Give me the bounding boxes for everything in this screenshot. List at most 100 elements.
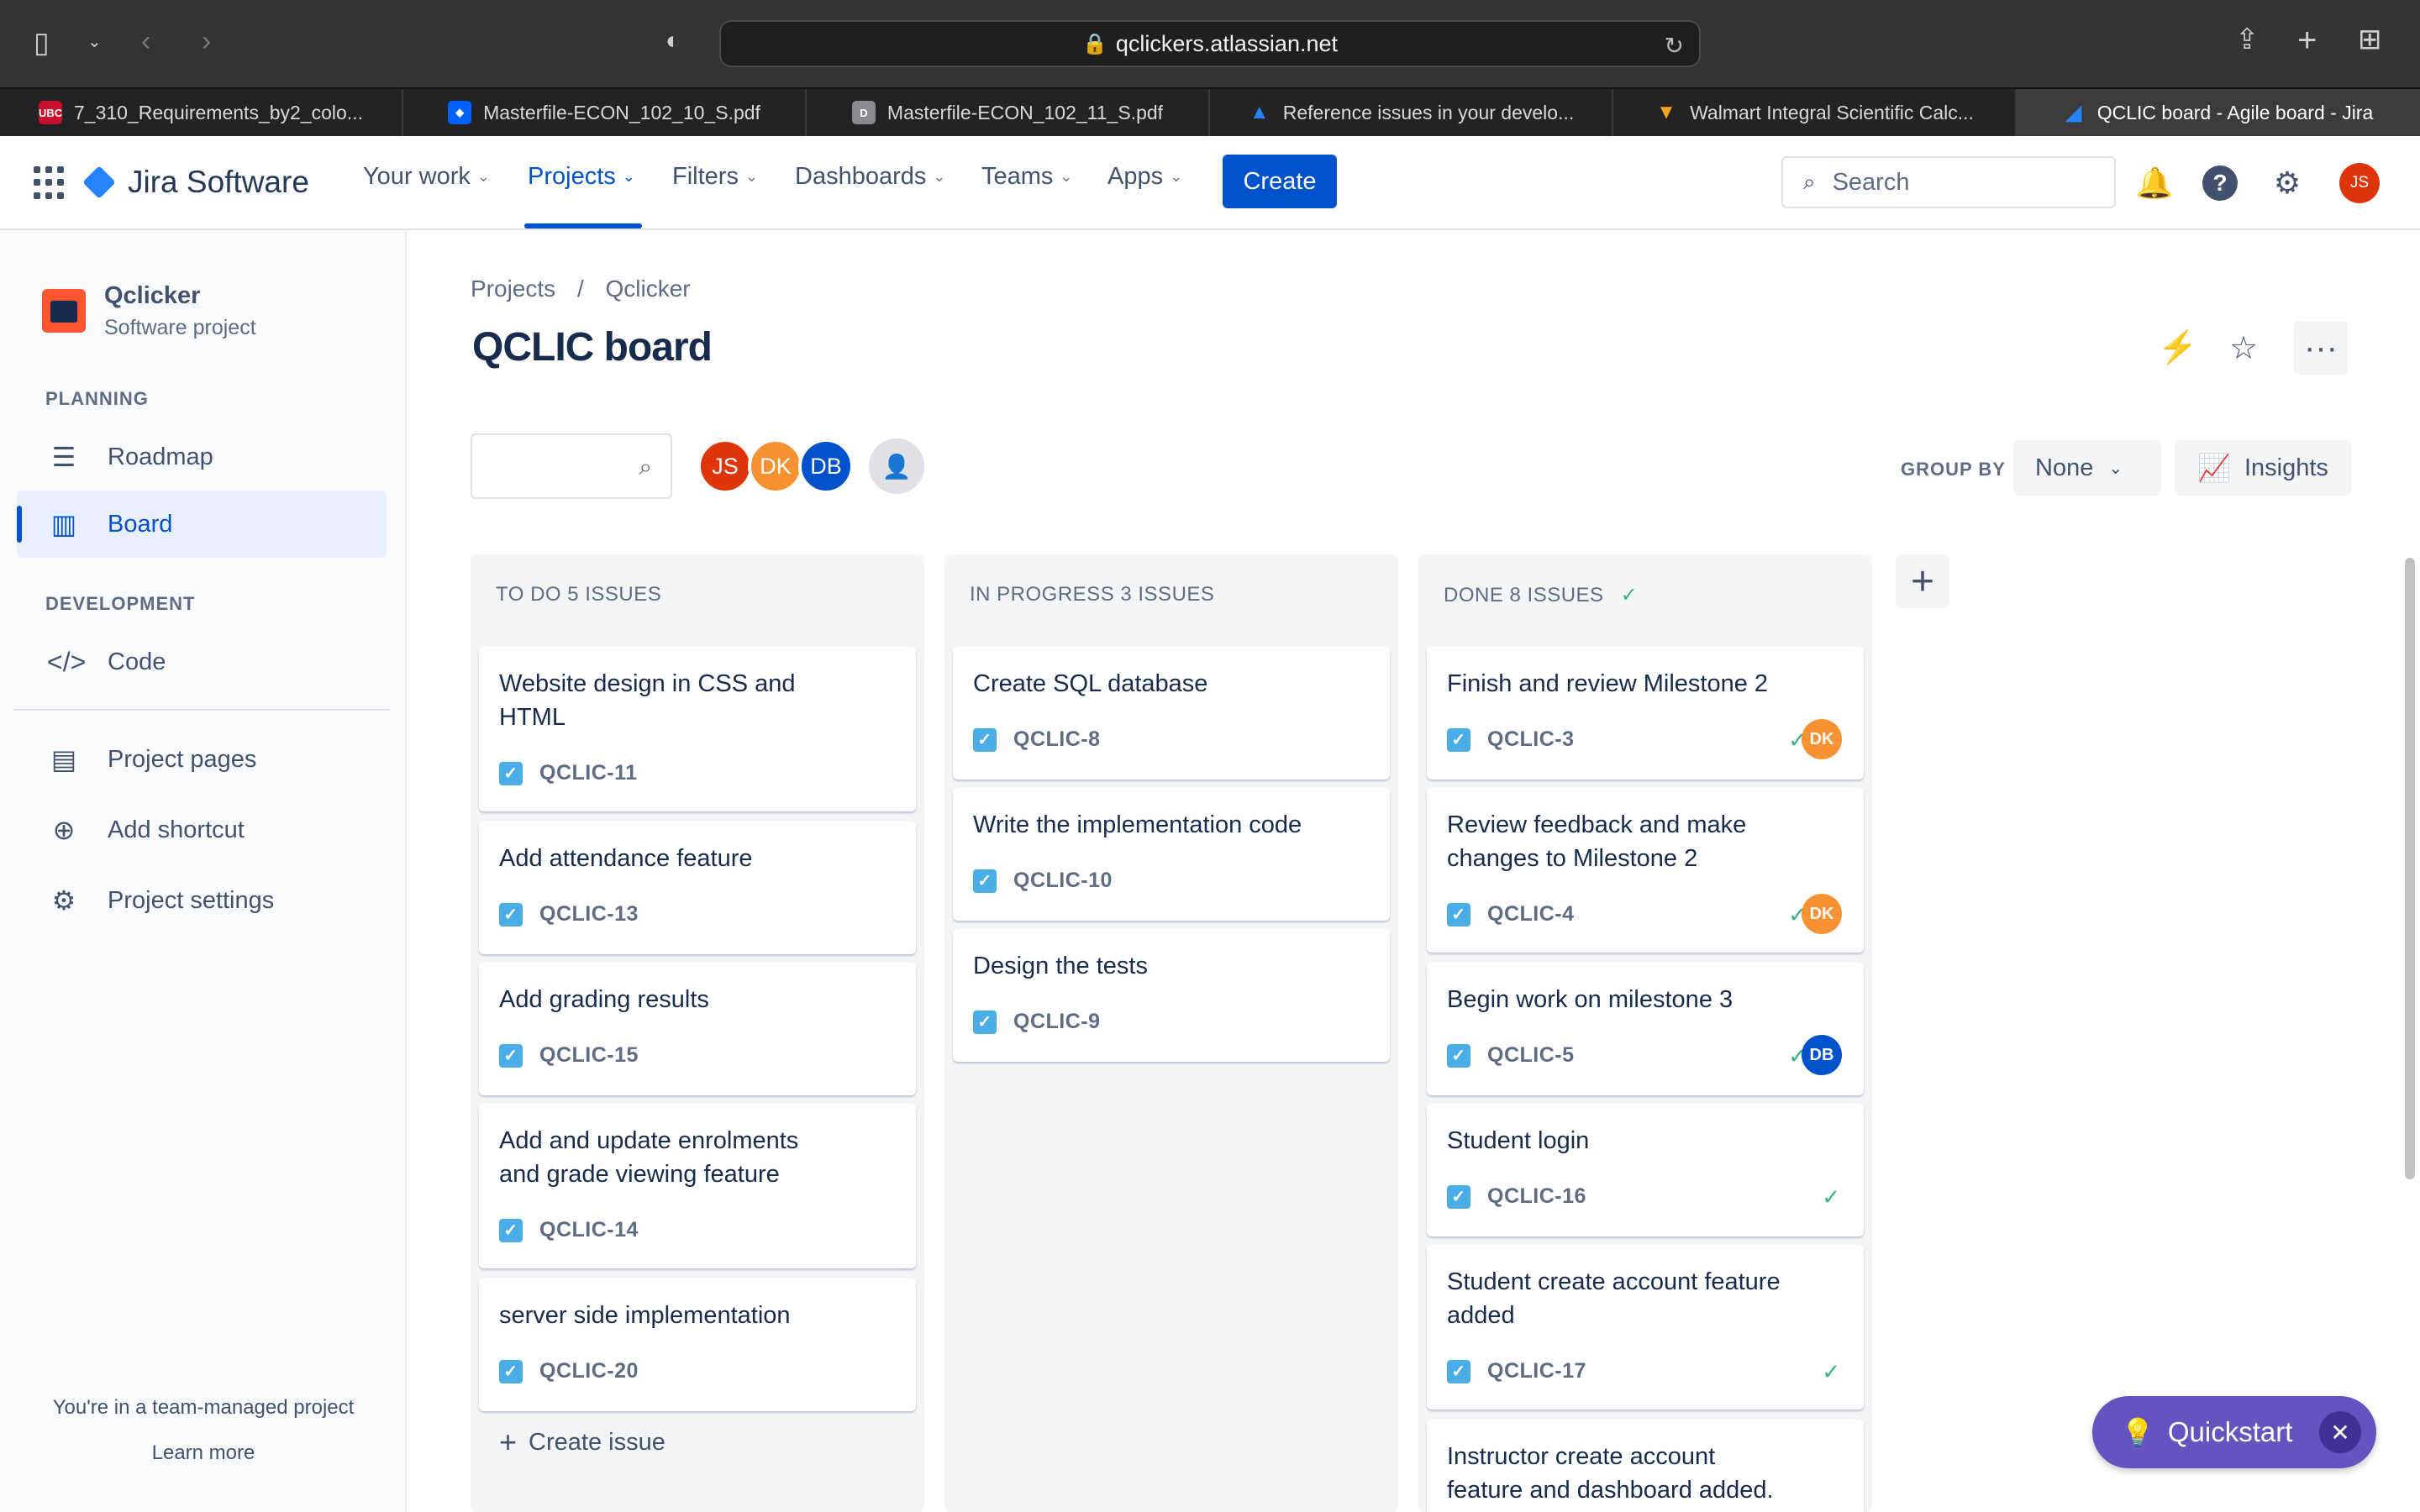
project-name[interactable]: Qclicker <box>104 282 200 310</box>
column-done: DONE 8 ISSUES ✓ Finish and review Milesto… <box>1418 554 1872 1512</box>
assignee-avatar[interactable]: DK <box>1802 719 1842 759</box>
issue-card[interactable]: Student create account feature added ✓ QC… <box>1427 1245 1864 1410</box>
quickstart-label: Quickstart <box>2167 1416 2293 1447</box>
task-checkbox-icon: ✓ <box>499 902 523 927</box>
back-icon[interactable]: ‹ <box>141 27 150 55</box>
notifications-icon[interactable]: 🔔 <box>2134 163 2175 203</box>
issue-card[interactable]: Create SQL database ✓ QCLIC-8 <box>953 647 1390 780</box>
more-options-icon[interactable]: ··· <box>2294 321 2348 375</box>
avatar-filter-db[interactable]: DB <box>798 438 854 494</box>
issue-card[interactable]: Finish and review Milestone 2 ✓ QCLIC-3 ✓… <box>1427 647 1864 780</box>
browser-tab-active[interactable]: ◢ QCLIC board - Agile board - Jira <box>2017 89 2420 136</box>
group-by-value: None <box>2035 454 2094 481</box>
settings-gear-icon[interactable]: ⚙ <box>2267 163 2307 203</box>
browser-tab[interactable]: D Masterfile-ECON_102_11_S.pdf <box>807 89 1210 136</box>
sidebar-item-project-settings[interactable]: ⚙ Project settings <box>17 867 387 934</box>
chevron-down-icon[interactable]: ⌄ <box>87 34 102 50</box>
issue-key: QCLIC-4 <box>1487 902 1575 926</box>
new-tab-icon[interactable]: + <box>2297 24 2317 57</box>
nav-teams[interactable]: Teams ⌄ <box>981 163 1073 191</box>
nav-apps[interactable]: Apps ⌄ <box>1107 163 1182 191</box>
avatar-filter-dk[interactable]: DK <box>748 438 803 494</box>
sidebar-item-add-shortcut[interactable]: ⊕ Add shortcut <box>17 796 387 864</box>
sidebar-item-code[interactable]: </> Code <box>17 628 387 696</box>
breadcrumb-projects[interactable]: Projects <box>471 276 555 302</box>
sidebar-item-roadmap[interactable]: ☰ Roadmap <box>17 423 387 491</box>
sidebar-item-label: Add shortcut <box>108 816 245 843</box>
issue-footer: ✓ QCLIC-13 <box>499 902 639 927</box>
browser-tab[interactable]: ▼ Walmart Integral Scientific Calc... <box>1613 89 2017 136</box>
forward-icon[interactable]: › <box>202 27 211 55</box>
quickstart-button[interactable]: 💡 Quickstart ✕ <box>2092 1396 2376 1468</box>
task-checkbox-icon: ✓ <box>1447 1184 1470 1209</box>
tab-title: Masterfile-ECON_102_10_S.pdf <box>483 101 760 123</box>
learn-more-link[interactable]: Learn more <box>0 1441 407 1465</box>
group-by-select[interactable]: None ⌄ <box>2013 440 2161 496</box>
create-issue-button[interactable]: + Create issue <box>499 1425 666 1460</box>
vertical-scrollbar[interactable] <box>2405 558 2415 1179</box>
sidebar-item-board[interactable]: ▥ Board <box>17 491 387 558</box>
issue-footer: ✓ QCLIC-8 <box>973 727 1101 752</box>
assignee-avatar[interactable]: DK <box>1802 894 1842 934</box>
star-icon[interactable]: ☆ <box>2217 321 2270 375</box>
column-header: TO DO 5 ISSUES <box>496 583 662 606</box>
sidebar-item-label: Project settings <box>108 886 275 914</box>
task-checkbox-icon: ✓ <box>1447 1043 1470 1068</box>
search-input[interactable]: ⌕ Search <box>1781 156 2116 208</box>
sidebar-item-project-pages[interactable]: ▤ Project pages <box>17 726 387 793</box>
issue-card[interactable]: Instructor create account feature and da… <box>1427 1420 1864 1512</box>
issue-card[interactable]: Begin work on milestone 3 ✓ QCLIC-5 ✓ DB <box>1427 963 1864 1095</box>
close-icon[interactable]: ✕ <box>2319 1411 2361 1453</box>
chart-icon: 📈 <box>2197 453 2231 483</box>
user-avatar[interactable]: JS <box>2339 163 2380 203</box>
issue-card[interactable]: Website design in CSS and HTML ✓ QCLIC-11 <box>479 647 916 811</box>
create-issue-label: Create issue <box>529 1428 666 1456</box>
issue-card[interactable]: Write the implementation code ✓ QCLIC-10 <box>953 788 1390 921</box>
automation-lightning-icon[interactable]: ⚡ <box>2151 321 2205 375</box>
issue-card[interactable]: Add attendance feature ✓ QCLIC-13 <box>479 822 916 954</box>
create-button[interactable]: Create <box>1223 155 1337 208</box>
issue-card[interactable]: Review feedback and make changes to Mile… <box>1427 788 1864 953</box>
add-people-icon[interactable]: 👤 <box>869 438 924 494</box>
insights-button[interactable]: 📈 Insights <box>2175 440 2351 496</box>
ubc-favicon-icon: UBC <box>39 101 62 124</box>
board-search-input[interactable]: ⌕ <box>471 433 672 499</box>
nav-filters[interactable]: Filters ⌄ <box>672 163 758 191</box>
share-icon[interactable]: ⇪ <box>2235 25 2260 54</box>
task-checkbox-icon: ✓ <box>1447 1359 1470 1383</box>
app-switcher-icon[interactable] <box>34 166 67 200</box>
task-checkbox-icon: ✓ <box>499 761 523 785</box>
privacy-shield-icon[interactable]: ◐ <box>666 29 681 54</box>
reload-icon[interactable]: ↻ <box>1665 32 1684 60</box>
sidebar-toggle-icon[interactable]: ▯ <box>34 29 50 57</box>
jira-top-navigation: Jira Software Your work ⌄ Projects ⌄ Filte… <box>0 136 2420 230</box>
issue-card[interactable]: Design the tests ✓ QCLIC-9 <box>953 929 1390 1062</box>
issue-key: QCLIC-16 <box>1487 1184 1586 1208</box>
add-shortcut-icon: ⊕ <box>52 815 76 845</box>
plus-icon: + <box>499 1425 518 1459</box>
lightbulb-icon: 💡 <box>2121 1417 2154 1447</box>
nav-projects[interactable]: Projects ⌄ <box>528 163 635 191</box>
browser-tab[interactable]: ▲ Reference issues in your develo... <box>1210 89 1613 136</box>
nav-dashboards[interactable]: Dashboards ⌄ <box>795 163 945 191</box>
issue-card[interactable]: Student login ✓ QCLIC-16 ✓ <box>1427 1104 1864 1236</box>
issue-card[interactable]: Add grading results ✓ QCLIC-15 <box>479 963 916 1095</box>
task-checkbox-icon: ✓ <box>499 1359 523 1383</box>
column-header: IN PROGRESS 3 ISSUES <box>970 583 1215 606</box>
tab-overview-icon[interactable]: ⊞ <box>2358 25 2382 54</box>
issue-card[interactable]: Add and update enrolments and grade view… <box>479 1104 916 1268</box>
issue-card[interactable]: server side implementation ✓ QCLIC-20 <box>479 1278 916 1411</box>
address-bar[interactable]: 🔒 qclickers.atlassian.net ↻ <box>719 20 1701 67</box>
help-icon[interactable]: ? <box>2200 163 2240 203</box>
breadcrumb-qclicker[interactable]: Qclicker <box>606 276 691 302</box>
avatar-filter-js[interactable]: JS <box>697 438 753 494</box>
add-column-button[interactable]: + <box>1896 554 1949 608</box>
assignee-avatar[interactable]: DB <box>1802 1035 1842 1075</box>
task-checkbox-icon: ✓ <box>499 1043 523 1068</box>
nav-your-work[interactable]: Your work ⌄ <box>363 163 490 191</box>
issue-title: Review feedback and make changes to Mile… <box>1447 811 1747 872</box>
browser-tab[interactable]: ◆ Masterfile-ECON_102_10_S.pdf <box>403 89 807 136</box>
browser-tab[interactable]: UBC 7_310_Requirements_by2_colo... <box>0 89 403 136</box>
issue-footer: ✓ QCLIC-16 <box>1447 1184 1586 1209</box>
jira-logo[interactable]: Jira Software <box>82 165 309 200</box>
